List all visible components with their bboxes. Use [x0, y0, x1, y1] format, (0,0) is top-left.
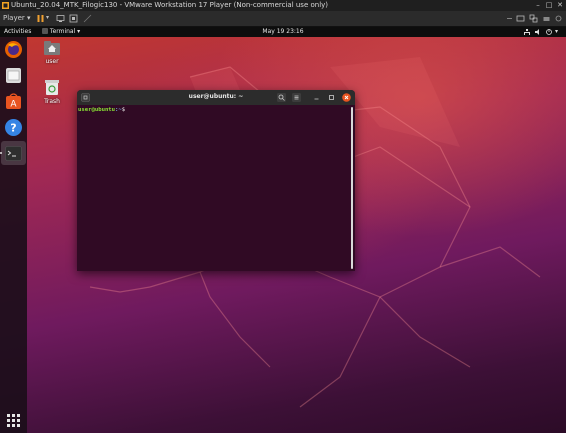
device-display-icon[interactable] [516, 14, 525, 23]
ubuntu-dock: A ? [0, 37, 27, 433]
show-applications-icon[interactable] [4, 411, 23, 430]
vmware-title-bar: Ubuntu_20.04_MTK_Filogic130 - VMware Wor… [0, 0, 566, 11]
clock-label: May 19 23:16 [262, 28, 304, 35]
clock[interactable]: May 19 23:16 [0, 27, 566, 37]
trash-icon [45, 80, 59, 95]
prompt-user-host: user@ubuntu [78, 107, 116, 113]
player-menu[interactable]: Player ▾ [3, 14, 31, 22]
system-menu-chevron-icon[interactable]: ▾ [555, 27, 558, 37]
vmware-toolbar: Player ▾ ▾ [0, 11, 566, 27]
pause-dropdown-icon[interactable]: ▾ [46, 14, 55, 23]
unity-icon[interactable] [83, 14, 92, 23]
close-window-button[interactable]: ✕ [555, 0, 565, 11]
help-icon[interactable]: ? [4, 118, 23, 137]
vmware-logo-icon [2, 2, 9, 9]
device-usb-icon[interactable] [505, 14, 514, 23]
hamburger-menu-icon[interactable] [292, 93, 301, 102]
restore-button[interactable]: □ [544, 0, 554, 11]
minimize-icon[interactable] [312, 93, 321, 102]
svg-text:A: A [10, 100, 17, 110]
desktop-icon-label: user [45, 58, 59, 65]
gnome-top-bar: Activities Terminal ▾ May 19 23:16 ▾ [0, 27, 566, 37]
firefox-icon[interactable] [4, 40, 23, 59]
prompt-path: :~ [115, 107, 122, 113]
minimize-button[interactable]: – [533, 0, 543, 11]
device-network-icon[interactable] [529, 14, 538, 23]
home-folder-icon [44, 41, 60, 55]
vmware-window-title: Ubuntu_20.04_MTK_Filogic130 - VMware Wor… [11, 1, 329, 9]
dock-running-indicator [0, 152, 2, 154]
terminal-scrollbar[interactable] [351, 107, 353, 269]
svg-text:?: ? [10, 122, 16, 135]
volume-icon[interactable] [534, 27, 542, 37]
close-icon[interactable] [342, 93, 351, 102]
maximize-icon[interactable] [327, 93, 336, 102]
software-center-icon[interactable]: A [4, 92, 23, 111]
terminal-prompt: user@ubuntu:~$ [78, 107, 125, 113]
desktop-icon-home[interactable]: user [37, 41, 67, 65]
fullscreen-icon[interactable] [69, 14, 78, 23]
desktop-icon-label: Trash [44, 98, 60, 105]
desktop-icon-trash[interactable]: Trash [37, 80, 67, 105]
terminal-body[interactable]: user@ubuntu:~$ [77, 105, 349, 271]
player-menu-label: Player [3, 14, 25, 22]
power-icon[interactable] [545, 27, 553, 37]
device-settings-icon[interactable] [554, 14, 563, 23]
terminal-icon[interactable] [4, 144, 23, 163]
prompt-symbol: $ [121, 107, 126, 113]
terminal-window[interactable]: user@ubuntu: ~ user@ubuntu:~$ [77, 90, 355, 271]
device-sound-icon[interactable] [542, 14, 551, 23]
pause-icon[interactable] [36, 14, 45, 23]
files-icon[interactable] [4, 66, 23, 85]
send-ctrl-alt-del-icon[interactable] [56, 14, 65, 23]
terminal-header-bar[interactable]: user@ubuntu: ~ [77, 90, 355, 105]
search-icon[interactable] [277, 93, 286, 102]
network-icon[interactable] [523, 27, 531, 37]
